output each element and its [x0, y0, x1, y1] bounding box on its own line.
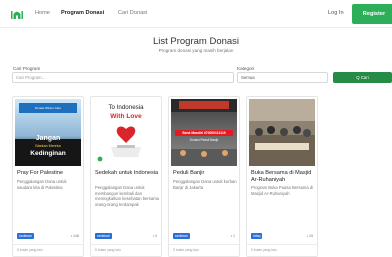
- search-label: Cari Program: [13, 66, 41, 71]
- category-label: Kategori: [237, 66, 255, 71]
- poster-text: Donasi Peduli Banjir: [189, 138, 219, 142]
- campaign-description: Penggalangan Dana untuk saudara kita di …: [17, 179, 67, 190]
- page-subtitle: Program donasi yang masih berjalan: [158, 48, 234, 53]
- campaign-image: To Indonesia With Love: [93, 99, 159, 166]
- campaign-description: Program Buka Puasa Bersama di Masjid Ar-…: [251, 185, 314, 196]
- donor-count: • 148: [70, 234, 79, 238]
- category-select[interactable]: Semua: [237, 72, 328, 83]
- poster-banner: Donasi Winter Care: [19, 103, 77, 113]
- campaign-description: Penggalangan Dana untuk korban Banjir di…: [173, 179, 237, 190]
- mosque-logo-icon[interactable]: [11, 8, 23, 19]
- poster-illustration: [97, 126, 141, 162]
- campaign-image: [249, 99, 315, 166]
- campaign-timestamp: 5 bulan yang lalu: [251, 248, 277, 252]
- campaign-timestamp: 5 bulan yang lalu: [95, 248, 121, 252]
- card-divider: [13, 244, 83, 245]
- poster-illustration: [249, 99, 315, 166]
- nav-cari-donasi-link[interactable]: Cari Donasi: [118, 10, 147, 16]
- campaign-card[interactable]: To Indonesia With Love Sedekah untuk Ind…: [90, 96, 162, 257]
- search-button[interactable]: Q Cari: [333, 72, 392, 83]
- campaign-image: Bank Mandiri 070000113119 Donasi Peduli …: [171, 99, 237, 166]
- login-link[interactable]: Log In: [328, 10, 344, 16]
- poster-text: Biarkan Mereka: [35, 144, 61, 148]
- campaign-timestamp: 5 bulan yang lalu: [173, 248, 199, 252]
- category-badge: sedekah: [95, 233, 112, 239]
- poster-text: Bank Mandiri 070000113119: [175, 130, 233, 136]
- card-divider: [169, 244, 239, 245]
- campaign-timestamp: 5 bulan yang lalu: [17, 248, 43, 252]
- campaign-description: Penggalangan Dana untuk membangun kembal…: [95, 185, 160, 207]
- category-badge: infaq: [251, 233, 263, 239]
- search-input[interactable]: Cari Program...: [12, 72, 234, 83]
- campaign-title[interactable]: Peduli Banjir: [173, 170, 237, 177]
- category-badge: sedekah: [173, 233, 190, 239]
- campaign-title[interactable]: Pray For Palestine: [17, 170, 81, 177]
- campaign-card[interactable]: Donasi Winter Care Jangan Biarkan Mereka…: [12, 96, 84, 257]
- page-title: List Program Donasi: [152, 36, 240, 47]
- campaign-title[interactable]: Sedekah untuk Indonesia: [95, 170, 159, 177]
- donor-count: • 15: [306, 234, 313, 238]
- campaign-title[interactable]: Buka Bersama di Masjid Ar-Ruhaniyah: [251, 170, 315, 183]
- card-divider: [247, 244, 317, 245]
- campaign-card[interactable]: Bank Mandiri 070000113119 Donasi Peduli …: [168, 96, 240, 257]
- poster-text: Kedinginan: [30, 150, 66, 157]
- navbar: Home Program Donasi Cari Donasi Log In R…: [0, 0, 392, 28]
- donor-count: • 1: [230, 234, 235, 238]
- campaign-card[interactable]: Buka Bersama di Masjid Ar-Ruhaniyah Prog…: [246, 96, 318, 257]
- poster-text: Jangan: [35, 135, 61, 142]
- nav-program-donasi-link[interactable]: Program Donasi: [61, 10, 104, 16]
- card-divider: [91, 244, 161, 245]
- nav-home-link[interactable]: Home: [35, 10, 50, 16]
- donor-count: • 0: [152, 234, 157, 238]
- campaign-image: Donasi Winter Care Jangan Biarkan Mereka…: [15, 99, 81, 166]
- register-button[interactable]: Register: [352, 4, 392, 24]
- category-badge: sedekah: [17, 233, 34, 239]
